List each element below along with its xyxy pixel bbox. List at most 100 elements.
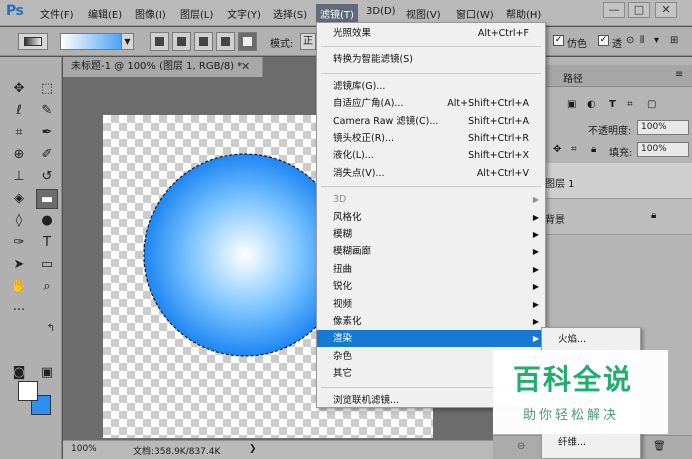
type-tool-icon[interactable]: T (36, 233, 58, 253)
settings-icon[interactable]: ⊙ (626, 35, 634, 46)
status-arrow-icon[interactable]: ❯ (249, 444, 257, 454)
align-icon[interactable]: ⫴ (640, 35, 644, 46)
submenu-arrow-icon: ▶ (532, 230, 539, 239)
more-tools-icon[interactable]: ··· (8, 301, 30, 321)
menu-window[interactable]: 窗口(W) (456, 6, 494, 21)
menu-view[interactable]: 视图(V) (406, 6, 441, 21)
menu-item-label: 视频 (333, 298, 353, 310)
hand-tool-icon[interactable]: ✋ (8, 277, 30, 297)
linear-gradient-icon[interactable] (150, 32, 169, 51)
filter-menu-item[interactable]: 渲染 ▶ (317, 330, 545, 348)
radial-gradient-icon[interactable] (172, 32, 191, 51)
menu-item-label: 扭曲 (333, 263, 353, 275)
filter-menu-item[interactable]: 锐化 ▶ (317, 278, 545, 295)
history-brush-icon[interactable]: ↺ (36, 167, 58, 187)
path-select-icon[interactable]: ➤ (8, 255, 30, 275)
menu-separator (321, 186, 541, 188)
mode-select[interactable]: 正 (300, 33, 316, 50)
dither-label: 仿色 (567, 39, 587, 50)
document-tab[interactable]: 未标题-1 @ 100% (图层 1, RGB/8) * ✕ (63, 57, 263, 77)
fill-label: 填充: (609, 148, 633, 159)
lock-all-icon[interactable]: 🔒︎ (591, 144, 596, 155)
move-tool-icon[interactable]: ✥ (8, 79, 30, 99)
eraser-tool-icon[interactable]: ◈ (8, 189, 30, 209)
eyedropper-tool-icon[interactable]: ✒ (36, 123, 58, 143)
menu-edit[interactable]: 编辑(E) (88, 6, 122, 21)
reflected-gradient-icon[interactable] (216, 32, 235, 51)
chevron-down-icon[interactable]: ▼ (121, 34, 133, 49)
workspace-icon[interactable]: ⊞ (670, 35, 678, 46)
filter-menu-item[interactable]: 滤镜库(G)... (317, 78, 545, 95)
screen-mode-icon[interactable]: ▣ (36, 363, 58, 383)
filter-menu-item[interactable]: 3D ▶ (317, 191, 545, 208)
filter-menu-item[interactable]: 光照效果 Alt+Ctrl+F (317, 25, 545, 42)
lock-artboard-icon[interactable]: ⌗ (571, 144, 577, 155)
swap-colors-icon[interactable]: ↰ (40, 319, 62, 339)
filter-menu-item[interactable]: 转换为智能滤镜(S) (317, 51, 545, 68)
filter-menu-item[interactable]: 自适应广角(A)... Alt+Shift+Ctrl+A (317, 95, 545, 112)
menu-image[interactable]: 图像(I) (135, 6, 166, 21)
transparency-checkbox[interactable]: ✓ (598, 35, 609, 46)
pen-tool-icon[interactable]: ✑ (8, 233, 30, 253)
filter-menu-item[interactable]: 模糊 ▶ (317, 226, 545, 243)
filter-menu-item[interactable]: 模糊画廊 ▶ (317, 243, 545, 260)
filter-menu-item[interactable]: 扭曲 ▶ (317, 261, 545, 278)
restore-button[interactable]: □ (628, 2, 650, 18)
menu-select[interactable]: 选择(S) (273, 6, 307, 21)
link-layers-icon[interactable]: ⊖ (517, 441, 525, 452)
filter-smart-icon[interactable]: ▢ (647, 99, 656, 110)
gradient-tool-icon[interactable] (18, 33, 48, 50)
quick-select-tool-icon[interactable]: ✎ (36, 101, 58, 121)
filter-menu-item[interactable]: 像素化 ▶ (317, 313, 545, 330)
filter-menu-item[interactable]: 消失点(V)... Alt+Ctrl+V (317, 165, 545, 182)
angle-gradient-icon[interactable] (194, 32, 213, 51)
menu-3d[interactable]: 3D(D) (366, 6, 396, 17)
filter-menu-item[interactable]: 镜头校正(R)... Shift+Ctrl+R (317, 130, 545, 147)
delete-layer-icon[interactable]: 🗑︎ (653, 441, 666, 452)
filter-menu-item[interactable]: 风格化 ▶ (317, 209, 545, 226)
fill-field[interactable]: 100% (637, 142, 689, 157)
opacity-label: 不透明度: (588, 126, 632, 137)
menu-layer[interactable]: 图层(L) (180, 6, 213, 21)
quick-mask-icon[interactable]: ◙ (8, 363, 30, 383)
gradient-picker[interactable]: ▼ (60, 33, 134, 50)
clone-stamp-icon[interactable]: ⊥ (8, 167, 30, 187)
minimize-button[interactable]: — (603, 2, 625, 18)
lock-move-icon[interactable]: ✥ (553, 144, 561, 155)
crop-tool-icon[interactable]: ⌗ (8, 123, 30, 143)
filter-menu-item[interactable]: 视频 ▶ (317, 296, 545, 313)
filter-menu-item[interactable]: 液化(L)... Shift+Ctrl+X (317, 147, 545, 164)
lasso-tool-icon[interactable]: ℓ (8, 101, 30, 121)
marquee-tool-icon[interactable]: ⬚ (36, 79, 58, 99)
filter-adjust-icon[interactable]: ◐ (587, 99, 596, 110)
diamond-gradient-icon[interactable] (238, 32, 257, 51)
filter-type-icon[interactable]: T (609, 99, 616, 110)
filter-shape-icon[interactable]: ⌗ (627, 99, 633, 110)
gradient-tool-icon[interactable]: ▬ (36, 189, 58, 209)
foreground-color-swatch[interactable] (18, 381, 38, 401)
panel-menu-icon[interactable]: ≡ (675, 69, 683, 80)
menu-filter[interactable]: 滤镜(T) (316, 4, 358, 23)
dodge-tool-icon[interactable]: ● (36, 211, 58, 231)
opacity-field[interactable]: 100% (637, 120, 689, 135)
menu-help[interactable]: 帮助(H) (506, 6, 541, 21)
filter-image-icon[interactable]: ▣ (567, 99, 576, 110)
menu-item-label: 自适应广角(A)... (333, 98, 404, 110)
render-submenu-item[interactable]: 火焰... (542, 331, 640, 348)
render-submenu-item[interactable]: 纤维... (542, 434, 640, 451)
filter-menu-item[interactable]: Camera Raw 滤镜(C)... Shift+Ctrl+A (317, 113, 545, 130)
zoom-tool-icon[interactable]: ⌕ (36, 277, 58, 297)
tab-paths[interactable]: 路径 (563, 70, 583, 85)
blur-tool-icon[interactable]: ◊ (8, 211, 30, 231)
rectangle-tool-icon[interactable]: ▭ (36, 255, 58, 275)
dither-checkbox[interactable]: ✓ (553, 35, 564, 46)
menu-item-label: 滤镜库(G)... (333, 80, 386, 92)
healing-brush-icon[interactable]: ⊕ (8, 145, 30, 165)
brush-tool-icon[interactable]: ✐ (36, 145, 58, 165)
menu-type[interactable]: 文字(Y) (227, 6, 261, 21)
zoom-level[interactable]: 100% (71, 444, 97, 454)
close-icon[interactable]: ✕ (241, 57, 250, 77)
close-button[interactable]: ✕ (655, 2, 677, 18)
chevron-down-icon[interactable]: ▾ (654, 35, 659, 46)
menu-file[interactable]: 文件(F) (40, 6, 74, 21)
